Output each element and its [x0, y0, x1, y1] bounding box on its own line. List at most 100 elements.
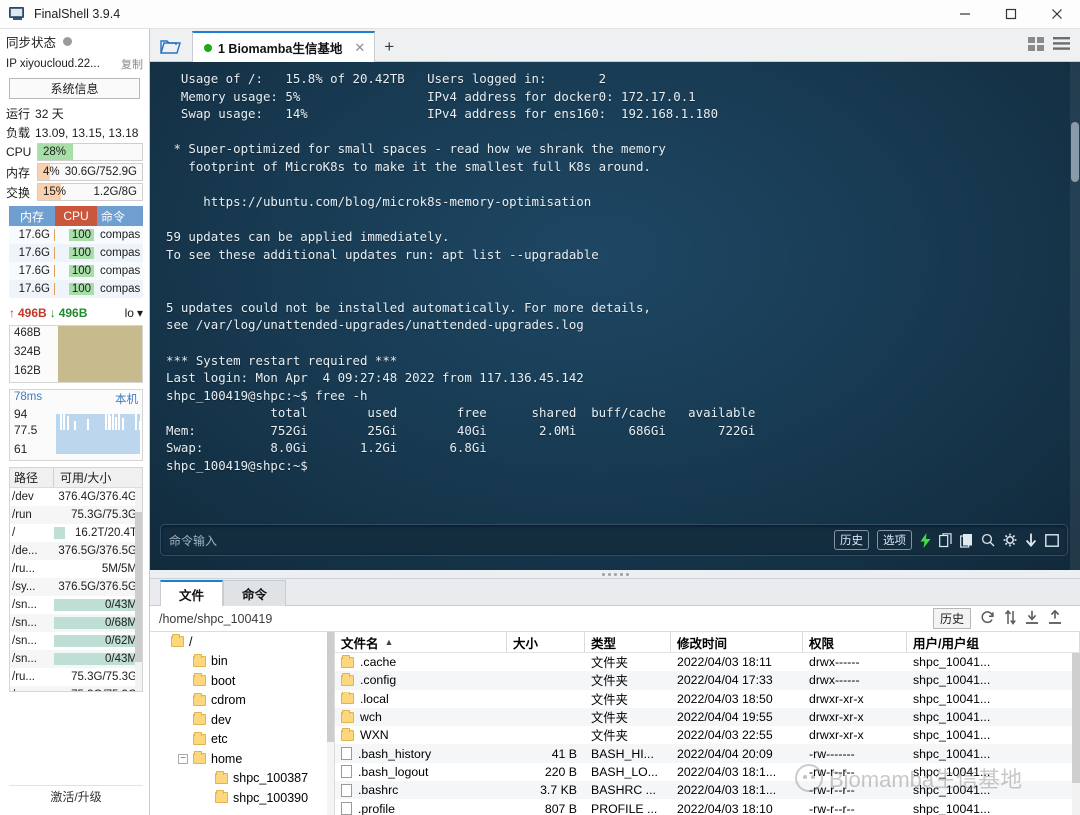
- cell-type: 文件夹: [591, 711, 628, 726]
- process-col-cmd[interactable]: 命令: [97, 206, 143, 226]
- open-folder-icon[interactable]: [150, 30, 192, 62]
- disk-scrollbar[interactable]: [135, 488, 142, 691]
- tree-node[interactable]: cdrom: [150, 691, 334, 711]
- process-row[interactable]: 17.6G 100 compas: [9, 244, 143, 262]
- copy-ip-button[interactable]: 复制: [121, 56, 143, 72]
- disk-path: /ru...: [12, 671, 36, 683]
- col-type[interactable]: 类型: [585, 632, 671, 652]
- file-icon: [341, 802, 352, 815]
- process-col-cpu[interactable]: CPU: [55, 206, 97, 226]
- tree-node[interactable]: shpc_100387: [150, 769, 334, 789]
- lightning-icon[interactable]: [920, 532, 931, 548]
- disk-col-path[interactable]: 路径: [10, 468, 54, 487]
- close-button[interactable]: [1034, 0, 1080, 29]
- disk-row[interactable]: /run 75.3G/75.3G: [10, 506, 142, 524]
- disk-col-size[interactable]: 可用/大小: [54, 468, 142, 487]
- list-view-icon[interactable]: [1053, 37, 1070, 56]
- tree-node[interactable]: shpc_100390: [150, 788, 334, 808]
- col-filename[interactable]: 文件名 ▲: [335, 632, 507, 652]
- tree-node[interactable]: − home: [150, 749, 334, 769]
- process-row[interactable]: 17.6G 100 compas: [9, 262, 143, 280]
- terminal-scrollbar[interactable]: [1070, 62, 1080, 570]
- panel-splitter[interactable]: [150, 570, 1080, 579]
- network-interface-select[interactable]: lo ▾: [125, 306, 143, 320]
- file-list[interactable]: 文件名 ▲ 大小 类型 修改时间 权限 用户/用户组 .cache 文件夹 2022…: [335, 632, 1080, 815]
- disk-row[interactable]: /de... 376.5G/376.5G: [10, 542, 142, 560]
- terminal-panel[interactable]: Usage of /: 15.8% of 20.42TB Users logge…: [150, 62, 1080, 570]
- download-icon[interactable]: [1025, 610, 1039, 628]
- close-tab-icon[interactable]: ✕: [354, 40, 365, 56]
- download-icon[interactable]: [1025, 533, 1037, 548]
- command-history-button[interactable]: 历史: [834, 530, 869, 550]
- col-permissions[interactable]: 权限: [803, 632, 907, 652]
- upload-icon[interactable]: [1048, 609, 1062, 628]
- current-path[interactable]: /home/shpc_100419: [159, 612, 272, 626]
- latency-ytick-0: 94: [14, 407, 28, 421]
- table-row[interactable]: .bash_logout 220 B BASH_LO... 2022/04/03 18…: [335, 763, 1080, 781]
- tree-node[interactable]: /: [150, 632, 334, 652]
- disk-row[interactable]: /sy... 376.5G/376.5G: [10, 578, 142, 596]
- process-row[interactable]: 17.6G 100 compas: [9, 280, 143, 298]
- filename-text: .profile: [358, 801, 395, 815]
- process-col-mem[interactable]: 内存: [9, 206, 55, 226]
- folder-icon: [193, 731, 206, 745]
- tree-node[interactable]: boot: [150, 671, 334, 691]
- cell-filename: WXN: [335, 728, 507, 742]
- filename-text: .bashrc: [358, 783, 399, 798]
- command-input[interactable]: 命令输入: [169, 532, 217, 549]
- tree-node[interactable]: etc: [150, 730, 334, 750]
- cell-permissions: -rw-r--r--: [809, 783, 855, 798]
- table-row[interactable]: .bashrc 3.7 KB BASHRC ... 2022/04/03 18:1..…: [335, 781, 1080, 800]
- table-row[interactable]: WXN 文件夹 2022/04/03 22:55 drwxr-xr-x shpc_100…: [335, 726, 1080, 744]
- disk-row[interactable]: /ru...75.3G/75.3G: [10, 686, 142, 691]
- path-history-button[interactable]: 历史: [932, 608, 971, 629]
- disk-row[interactable]: /sn... 0/43M: [10, 596, 142, 614]
- sort-icon[interactable]: [1004, 609, 1016, 628]
- table-row[interactable]: .bash_history 41 B BASH_HI... 2022/04/04 20…: [335, 744, 1080, 763]
- table-row[interactable]: .cache 文件夹 2022/04/03 18:11 drwx------ shpc_…: [335, 653, 1080, 671]
- filename-text: .local: [360, 691, 389, 706]
- tab-commands[interactable]: 命令: [223, 580, 287, 606]
- table-row[interactable]: .local 文件夹 2022/04/03 18:50 drwxr-xr-x shpc_…: [335, 690, 1080, 708]
- new-tab-button[interactable]: +: [375, 31, 403, 62]
- cell-type: 文件夹: [591, 674, 628, 689]
- col-size[interactable]: 大小: [507, 632, 585, 652]
- paste-icon[interactable]: [939, 532, 952, 548]
- col-mtime[interactable]: 修改时间: [671, 632, 803, 652]
- search-icon[interactable]: [981, 533, 995, 547]
- window-icon[interactable]: [1045, 533, 1059, 547]
- disk-row[interactable]: /sn... 0/43M: [10, 650, 142, 668]
- folder-icon: [341, 655, 354, 668]
- copy-icon[interactable]: [960, 533, 973, 548]
- minimize-button[interactable]: [942, 0, 988, 29]
- col-owner[interactable]: 用户/用户组: [907, 632, 1080, 652]
- tree-node[interactable]: dev: [150, 710, 334, 730]
- command-options-button[interactable]: 选项: [877, 530, 912, 550]
- command-input-bar[interactable]: 命令输入 历史 选项: [160, 524, 1068, 556]
- disk-row[interactable]: /sn... 0/68M: [10, 614, 142, 632]
- disk-row[interactable]: /dev 376.4G/376.4G: [10, 488, 142, 506]
- refresh-icon[interactable]: [980, 610, 995, 628]
- activate-upgrade-button[interactable]: 激活/升级: [9, 785, 143, 807]
- disk-row[interactable]: / 16.2T/20.4T: [10, 524, 142, 542]
- file-list-scrollbar[interactable]: [1072, 653, 1080, 815]
- tree-node[interactable]: bin: [150, 652, 334, 672]
- process-row[interactable]: 17.6G 100 compas: [9, 226, 143, 244]
- grid-view-icon[interactable]: [1028, 37, 1045, 56]
- table-row[interactable]: .config 文件夹 2022/04/04 17:33 drwx------ shpc…: [335, 671, 1080, 690]
- disk-row[interactable]: /ru...75.3G/75.3G: [10, 668, 142, 686]
- disk-row[interactable]: /ru... 5M/5M: [10, 560, 142, 578]
- table-row[interactable]: wch 文件夹 2022/04/04 19:55 drwxr-xr-x shpc_100…: [335, 707, 1080, 727]
- disk-row[interactable]: /sn... 0/62M: [10, 632, 142, 650]
- tab-files[interactable]: 文件: [160, 580, 224, 606]
- table-row[interactable]: .profile 807 B PROFILE ... 2022/04/03 18:10…: [335, 799, 1080, 815]
- maximize-button[interactable]: [988, 0, 1034, 29]
- tree-expander-icon[interactable]: −: [178, 753, 188, 764]
- disk-size: 0/62M: [54, 635, 142, 647]
- tree-scrollbar[interactable]: [327, 632, 334, 815]
- gear-icon[interactable]: [1003, 533, 1017, 547]
- terminal-tab[interactable]: 1 Biomamba生信基地 ✕: [192, 31, 376, 62]
- system-info-button[interactable]: 系统信息: [9, 78, 140, 99]
- directory-tree[interactable]: / bin boot cdrom dev etc − home shpc_100387 shpc_…: [150, 632, 335, 815]
- cell-owner: shpc_10041...: [913, 655, 991, 670]
